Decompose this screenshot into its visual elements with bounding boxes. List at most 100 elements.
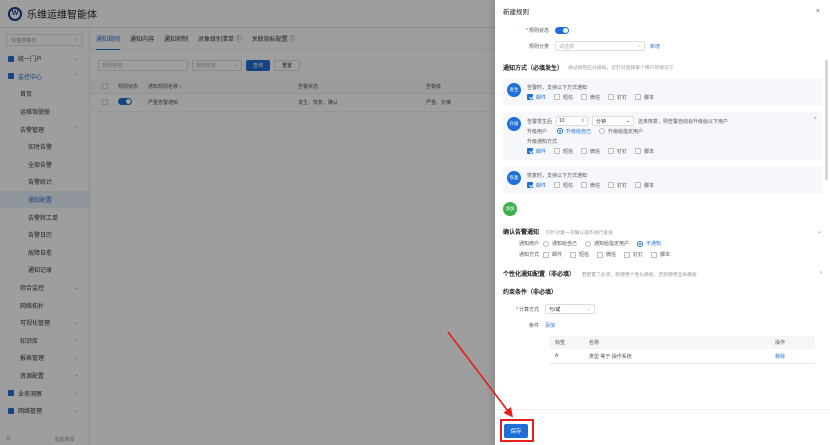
occur-badge: 发生 — [507, 83, 521, 97]
channel-checkbox[interactable]: 脚本 — [651, 251, 670, 258]
chevron-right-icon[interactable]: › — [820, 270, 822, 276]
escalate-unit-select[interactable]: 分钟 ⌄ — [592, 116, 635, 126]
channel-label: 脚本 — [644, 148, 655, 155]
drawer-body: *规则状态 规则分类 请选择 ⌄ 新增 通知方式（必填发生） 通过颜色区分通知，… — [495, 22, 830, 409]
notify-user-option-label: 不通知 — [646, 241, 662, 247]
channel-label: 短信 — [563, 182, 574, 189]
escalate-users-line: 升级用户 升级给自己 升级给指定用户 — [527, 126, 818, 136]
add-notify-button[interactable]: 添加 — [503, 202, 517, 216]
recover-channels: 邮件 短信 微信 钉钉 脚本 — [527, 180, 818, 190]
escalate-desc-prefix: 告警发生后 — [527, 118, 553, 125]
drawer-scrollbar[interactable] — [825, 60, 828, 180]
escalate-minutes-value: 10 — [559, 118, 565, 124]
channel-label: 短信 — [579, 252, 590, 258]
channel-label: 邮件 — [536, 94, 547, 101]
checkbox-icon — [554, 148, 561, 154]
channel-checkbox[interactable]: 钉钉 — [608, 94, 627, 101]
escalate-notify-card: 升级 告警发生后 10 ⇕ 分钟 ⌄ 还未恢复，则告警自动会升级给以下用户 升级… — [503, 112, 822, 160]
rule-category-label: 规则分类 — [528, 43, 549, 50]
channel-checkbox[interactable]: 邮件 — [527, 182, 546, 189]
notify-user-radio[interactable]: 不通知 — [637, 240, 661, 247]
col-action: 操作 — [775, 340, 786, 346]
notify-method-hint: 通过颜色区分通知，仅针对选择单个用户的情况下 — [568, 65, 674, 71]
radio-selected-icon — [557, 128, 564, 134]
checkbox-icon — [581, 182, 588, 188]
notify-user-option-label: 通知给指定用户 — [594, 241, 630, 247]
channel-checkbox[interactable]: 短信 — [554, 182, 573, 189]
channel-checkbox[interactable]: 短信 — [554, 94, 573, 101]
rule-status-row: *规则状态 — [503, 22, 822, 38]
channel-checkbox[interactable]: 微信 — [597, 251, 616, 258]
chevron-down-icon[interactable]: ⌄ — [817, 228, 822, 235]
channel-label: 微信 — [590, 94, 601, 101]
channel-checkbox[interactable]: 钉钉 — [608, 182, 627, 189]
stepper-arrows-icon[interactable]: ⇕ — [581, 118, 585, 124]
calc-select[interactable]: 与/或 ⌄ — [545, 304, 595, 314]
channel-checkbox[interactable]: 钉钉 — [608, 148, 627, 155]
channel-checkbox[interactable]: 微信 — [581, 148, 600, 155]
channel-label: 微信 — [606, 252, 617, 258]
escalate-to-self-label: 升级给自己 — [566, 128, 592, 135]
channel-checkbox[interactable]: 脚本 — [635, 148, 654, 155]
notify-users-label: 通知用户 — [519, 241, 540, 247]
rule-status-switch[interactable] — [555, 26, 569, 34]
condition-table-header: 标签 名称 操作 — [549, 336, 815, 349]
condition-name: 类型 等于 操作系统 — [589, 353, 632, 360]
close-icon[interactable]: × — [813, 116, 817, 122]
occur-desc: 告警时，支持以下方式通知 — [527, 84, 588, 91]
channel-checkbox[interactable]: 短信 — [570, 251, 589, 258]
col-name: 名称 — [589, 340, 600, 346]
personal-hint: 若配置了此项，则使用个性化模板，否则使用全局模板 — [581, 272, 697, 278]
rule-category-select[interactable]: 请选择 ⌄ — [555, 41, 645, 51]
escalate-to-specified-label: 升级给指定用户 — [608, 128, 644, 135]
channel-checkbox[interactable]: 邮件 — [527, 94, 546, 101]
channel-label: 邮件 — [536, 182, 547, 189]
rule-category-placeholder: 请选择 — [559, 43, 575, 50]
escalate-to-self-radio[interactable]: 升级给自己 — [557, 128, 591, 135]
personal-section-title: 个性化通知配置（非必填） 若配置了此项，则使用个性化模板，否则使用全局模板 › — [503, 266, 822, 280]
add-condition-link[interactable]: 添加 — [545, 322, 555, 329]
notify-user-radio[interactable]: 通知给自己 — [543, 240, 577, 247]
checkbox-icon — [608, 182, 615, 188]
add-category-link[interactable]: 新增 — [650, 43, 660, 50]
radio-icon — [585, 240, 592, 247]
rule-category-row: 规则分类 请选择 ⌄ 新增 — [503, 38, 822, 54]
checkbox-icon — [635, 182, 642, 188]
personal-title: 个性化通知配置（非必填） — [503, 271, 576, 278]
channel-checkbox[interactable]: 邮件 — [527, 148, 546, 155]
escalate-to-specified-radio[interactable]: 升级给指定用户 — [599, 128, 643, 135]
channel-label: 钉钉 — [633, 252, 644, 258]
channel-checkbox[interactable]: 短信 — [554, 148, 573, 155]
highlight-box — [500, 419, 534, 442]
condition-tag: A — [555, 353, 559, 359]
notify-method-row: 通知方式 邮件 短信 微信 钉钉 脚本 — [503, 249, 822, 260]
calc-row: *计算方式 与/或 ⌄ — [503, 301, 822, 317]
escalate-desc-suffix: 还未恢复，则告警自动会升级给以下用户 — [638, 118, 729, 125]
escalate-minutes-stepper[interactable]: 10 ⇕ — [556, 116, 589, 126]
close-icon[interactable]: × — [816, 8, 820, 15]
notify-method-label: 通知方式 — [519, 252, 540, 258]
channel-checkbox[interactable]: 微信 — [581, 182, 600, 189]
notify-user-radio[interactable]: 通知给指定用户 — [585, 240, 629, 247]
recover-notify-card: 恢复 恢复时，支持以下方式通知 邮件 短信 微信 钉钉 脚本 — [503, 166, 822, 194]
channel-checkbox[interactable]: 钉钉 — [624, 251, 643, 258]
calc-label: 计算方式 — [518, 306, 539, 313]
channel-checkbox[interactable]: 脚本 — [635, 182, 654, 189]
remove-condition-link[interactable]: 移除 — [775, 353, 815, 360]
checkbox-checked-icon — [527, 182, 533, 188]
occur-channels: 邮件 短信 微信 钉钉 脚本 — [527, 92, 818, 102]
channel-label: 邮件 — [536, 148, 547, 155]
constraint-title: 约束条件（非必填） — [503, 289, 558, 296]
channel-checkbox[interactable]: 脚本 — [635, 94, 654, 101]
escalate-desc-line: 告警发生后 10 ⇕ 分钟 ⌄ 还未恢复，则告警自动会升级给以下用户 — [527, 116, 818, 126]
channel-label: 短信 — [563, 148, 574, 155]
chevron-down-icon: ⌄ — [636, 43, 641, 49]
channel-label: 短信 — [563, 94, 574, 101]
channel-checkbox[interactable]: 邮件 — [543, 251, 562, 258]
condition-table: 标签 名称 操作 A 类型 等于 操作系统 移除 — [549, 336, 815, 364]
channel-checkbox[interactable]: 微信 — [581, 94, 600, 101]
new-rule-drawer: 新建规则 × *规则状态 规则分类 请选择 ⌄ 新增 通知方式（必填发生） 通过… — [495, 0, 830, 445]
escalate-unit-value: 分钟 — [596, 118, 607, 125]
checkbox-icon — [570, 251, 577, 258]
occur-notify-card: 发生 告警时，支持以下方式通知 邮件 短信 微信 钉钉 脚本 — [503, 78, 822, 106]
